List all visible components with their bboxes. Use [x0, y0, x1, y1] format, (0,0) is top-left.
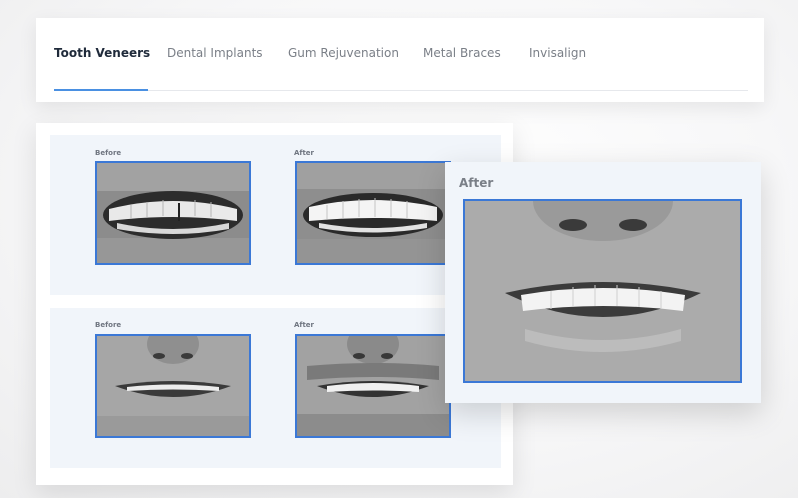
- before-photo[interactable]: [95, 334, 251, 438]
- enlarged-after-preview: After: [445, 162, 761, 403]
- after-caption: After: [294, 321, 315, 329]
- after-photo[interactable]: [295, 161, 451, 265]
- active-tab-indicator: [54, 89, 148, 91]
- before-caption: Before: [95, 149, 122, 157]
- tab-invisalign[interactable]: Invisalign: [529, 46, 586, 60]
- preview-title: After: [459, 176, 494, 190]
- before-after-gallery: Before After Before After: [36, 123, 513, 485]
- after-photo[interactable]: [295, 334, 451, 438]
- tab-dental-implants[interactable]: Dental Implants: [167, 46, 263, 60]
- before-photo[interactable]: [95, 161, 251, 265]
- before-caption: Before: [95, 321, 122, 329]
- comparison-row: Before After: [50, 308, 501, 468]
- tab-tooth-veneers[interactable]: Tooth Veneers: [54, 46, 150, 60]
- enlarged-after-photo[interactable]: [463, 199, 742, 383]
- tabs-divider: [54, 90, 748, 91]
- comparison-row: Before After: [50, 135, 501, 295]
- after-caption: After: [294, 149, 315, 157]
- tab-metal-braces[interactable]: Metal Braces: [423, 46, 501, 60]
- tab-gum-rejuvenation[interactable]: Gum Rejuvenation: [288, 46, 399, 60]
- service-tabs-card: Tooth Veneers Dental Implants Gum Rejuve…: [36, 18, 764, 102]
